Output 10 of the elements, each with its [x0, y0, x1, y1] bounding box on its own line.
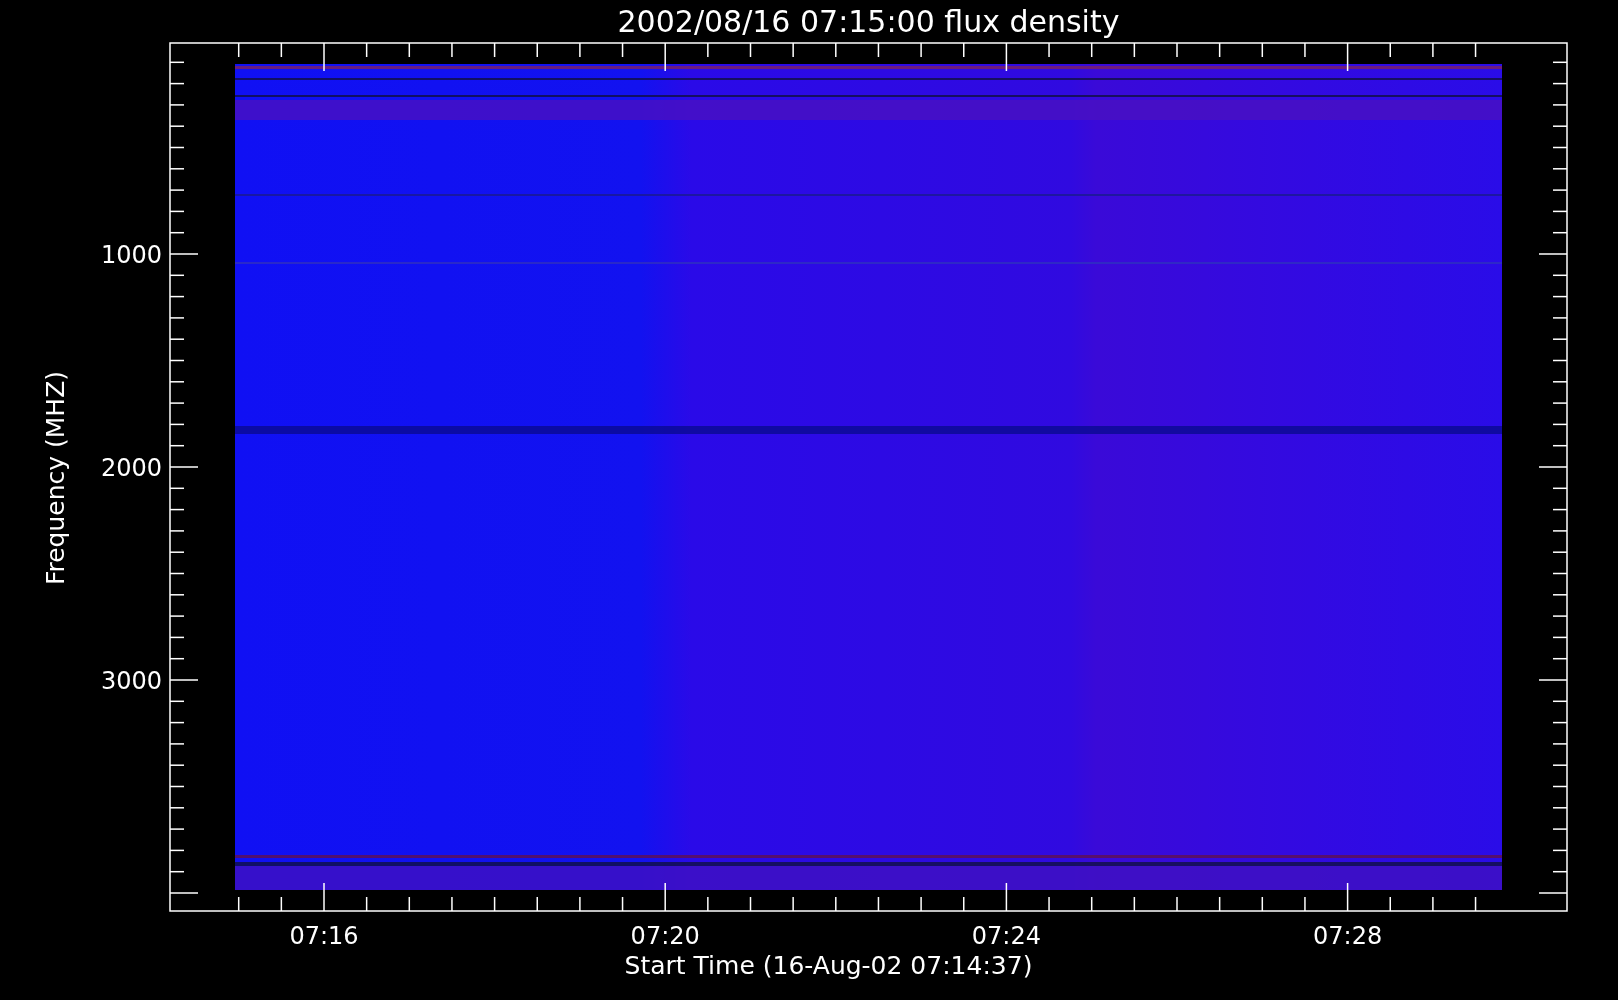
x-axis-label: Start Time (16-Aug-02 07:14:37) [624, 951, 1033, 980]
chart-title: 2002/08/16 07:15:00 flux density [617, 4, 1120, 39]
x-tick-label: 07:16 [289, 922, 359, 950]
y-tick-label: 1000 [100, 241, 162, 269]
x-tick-label: 07:24 [971, 922, 1041, 950]
x-tick-label: 07:20 [630, 922, 700, 950]
y-axis-label: Frequency (MHZ) [41, 370, 70, 586]
y-tick-label: 2000 [100, 454, 162, 482]
x-tick-label: 07:28 [1313, 922, 1383, 950]
y-tick-label: 3000 [100, 667, 162, 695]
